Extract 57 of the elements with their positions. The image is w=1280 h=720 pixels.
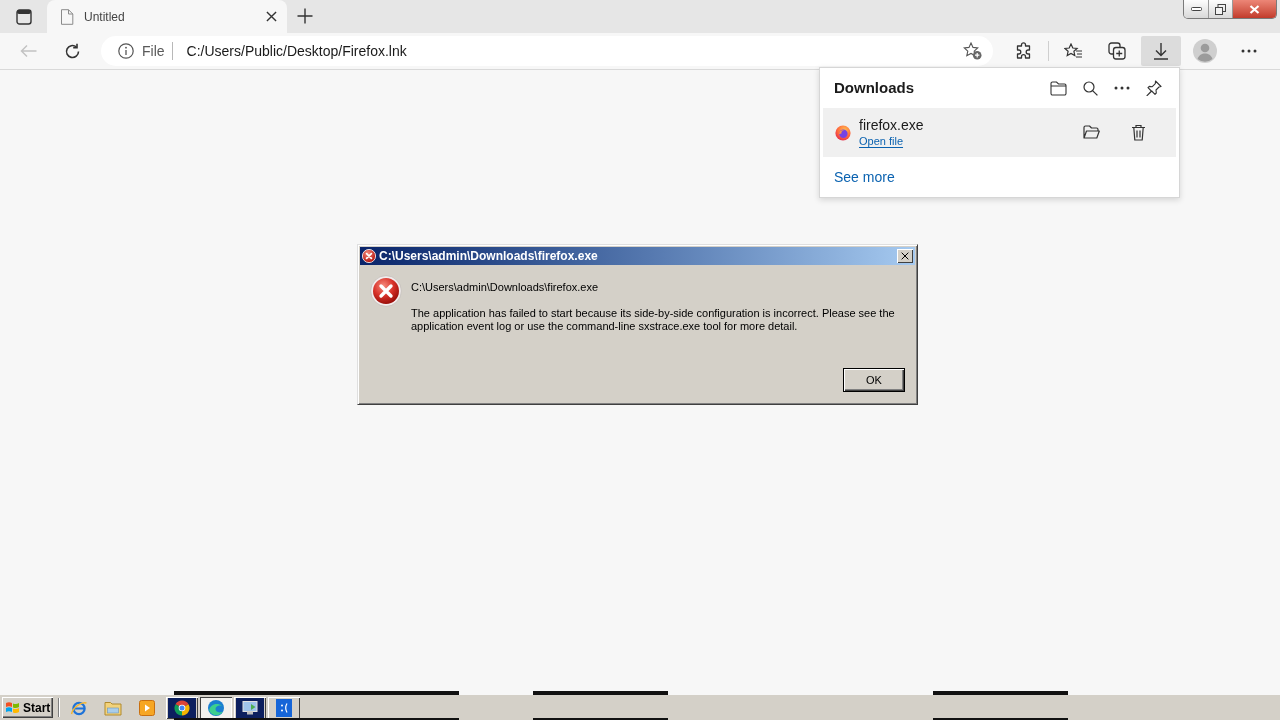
monitor-icon: [236, 697, 264, 718]
squares-plus-icon: [1108, 42, 1126, 60]
sad-face-icon: [276, 698, 292, 717]
download-icon: [1153, 42, 1169, 60]
restore-icon: [1215, 3, 1226, 15]
error-icon: [362, 249, 376, 263]
folder-icon: [1049, 80, 1067, 96]
arrow-left-icon: [19, 44, 37, 58]
browser-tab[interactable]: Untitled: [47, 0, 287, 33]
browser-icon: [168, 697, 196, 718]
error-message: The application has failed to start because its side-by-side configuration is incorrect. Please see the application event log or use the command-line sxstrace.exe tool for more detail.: [411, 307, 896, 333]
play-icon: [139, 699, 155, 716]
address-bar[interactable]: File C:/Users/Public/Desktop/Firefox.lnk: [101, 36, 993, 66]
trash-icon: [1130, 124, 1146, 141]
close-window-button[interactable]: [1233, 0, 1276, 18]
see-more-link[interactable]: See more: [834, 166, 895, 188]
star-list-icon: [1063, 42, 1083, 60]
app-logo-icon: [835, 124, 851, 141]
reload-icon: [63, 42, 81, 60]
file-name: firefox.exe: [859, 117, 924, 134]
restore-button[interactable]: [1209, 0, 1233, 18]
url-text: C:/Users/Public/Desktop/Firefox.lnk: [186, 41, 407, 61]
minimize-icon: [1190, 7, 1202, 11]
minimize-button[interactable]: [1184, 0, 1209, 18]
close-button[interactable]: [897, 249, 913, 263]
close-icon: [1249, 4, 1260, 14]
taskbar-button[interactable]: [200, 696, 232, 719]
downloads-button[interactable]: [1141, 36, 1181, 66]
star-plus-icon: [962, 42, 982, 60]
pin-icon: [1146, 80, 1162, 96]
more-icon: [1241, 49, 1257, 53]
start-button[interactable]: Start: [2, 697, 53, 718]
panel-icon: [15, 8, 32, 25]
dialog-title: C:\Users\admin\Downloads\firefox.exe: [379, 248, 598, 265]
folder-icon: [104, 699, 122, 716]
close-icon: [265, 11, 277, 22]
browser-icon: [207, 698, 225, 717]
error-icon: [370, 275, 402, 307]
site-info-button[interactable]: File: [118, 40, 165, 62]
folder-open-icon: [1082, 125, 1100, 140]
close-icon: [901, 252, 909, 260]
taskbar-button[interactable]: [166, 696, 198, 719]
download-item[interactable]: firefox.exe Open file: [823, 108, 1176, 157]
puzzle-icon: [1015, 42, 1033, 60]
taskbar-button[interactable]: [268, 696, 300, 719]
taskbar-button[interactable]: [234, 696, 266, 719]
open-file-link[interactable]: Open file: [859, 134, 904, 148]
info-icon: [118, 43, 134, 59]
panel-title: Downloads: [834, 77, 914, 98]
ok-button[interactable]: OK: [843, 368, 905, 392]
more-icon: [1114, 86, 1130, 90]
plus-icon: [297, 8, 313, 24]
document-icon: [60, 8, 74, 25]
avatar-icon: [1193, 39, 1217, 63]
start-logo-icon: [5, 701, 20, 714]
search-icon: [1082, 80, 1098, 96]
file-path-text: C:\Users\admin\Downloads\firefox.exe: [411, 281, 600, 294]
